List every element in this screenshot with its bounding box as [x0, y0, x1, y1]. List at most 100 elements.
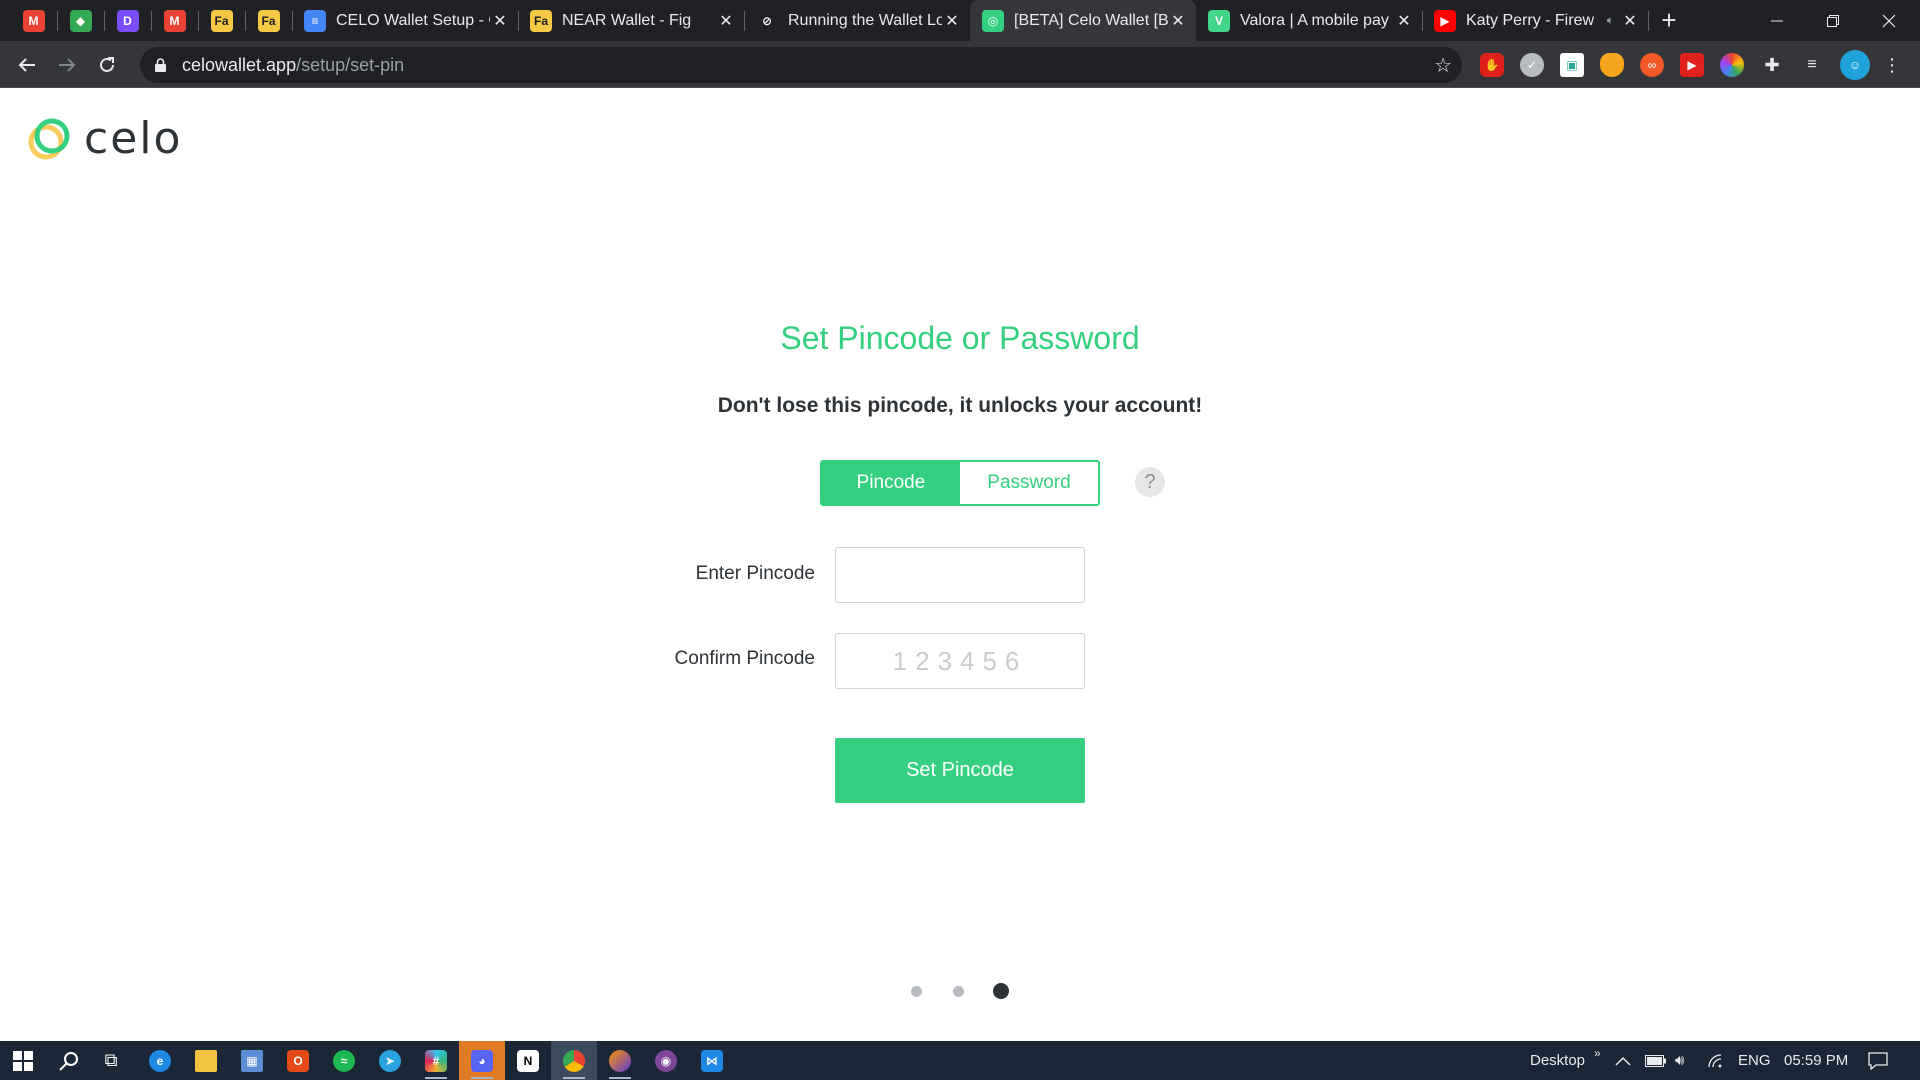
taskbar-spotify[interactable]: ≈ [321, 1041, 367, 1080]
notion-icon: N [517, 1049, 539, 1072]
vscode-icon: ⋈ [701, 1049, 723, 1072]
pinned-tab[interactable]: Fa [245, 0, 292, 41]
notification-center-icon[interactable] [1868, 1041, 1888, 1080]
tab-close-icon[interactable]: ✕ [1394, 11, 1414, 31]
battery-icon[interactable] [1645, 1041, 1667, 1080]
browser-tab[interactable]: ⊘ Running the Wallet Lo ✕ [744, 0, 970, 41]
tab-close-icon[interactable]: ✕ [1168, 11, 1188, 31]
volume-icon[interactable]: 🔊︎ [1675, 1041, 1684, 1080]
gmail-icon: M [163, 9, 186, 32]
tray-chevron-up-icon[interactable] [1615, 1041, 1631, 1080]
d-app-icon: D [116, 9, 139, 32]
extension-check-icon[interactable]: ✓ [1520, 53, 1544, 77]
minimize-button[interactable] [1749, 0, 1805, 41]
start-button[interactable] [0, 1041, 46, 1080]
extension-egg-icon[interactable] [1600, 53, 1624, 77]
restore-button[interactable] [1805, 0, 1861, 41]
taskbar-firefox[interactable] [597, 1041, 643, 1080]
tab-close-icon[interactable]: ✕ [942, 11, 962, 31]
extensions-puzzle-icon[interactable]: ✚ [1760, 53, 1784, 77]
address-bar[interactable]: celowallet.app/setup/set-pin ☆ [140, 47, 1462, 83]
taskbar-file-explorer[interactable] [183, 1041, 229, 1080]
enter-pincode-input[interactable] [835, 547, 1085, 603]
pinned-tab[interactable]: ◆ [57, 0, 104, 41]
task-view-button[interactable]: ⧉ [88, 1041, 134, 1080]
taskbar-office[interactable]: O [275, 1041, 321, 1080]
profile-avatar[interactable]: ☺ [1840, 50, 1870, 80]
folder-icon [195, 1049, 217, 1072]
search-button[interactable] [46, 1041, 92, 1080]
tab-close-icon[interactable]: ✕ [490, 11, 510, 31]
taskbar-store[interactable]: ▦ [229, 1041, 275, 1080]
menu-kebab-icon[interactable]: ⋮ [1880, 53, 1904, 77]
reload-icon [100, 57, 114, 72]
step-indicator [0, 983, 1920, 999]
taskbar-tor[interactable]: ◉ [643, 1041, 689, 1080]
arrow-right-icon [59, 58, 76, 72]
pinned-tab[interactable]: M [151, 0, 198, 41]
tor-browser-icon: ◉ [655, 1049, 677, 1072]
extension-infinity-icon[interactable]: ∞ [1640, 53, 1664, 77]
fa-app-icon: Fa [530, 9, 552, 32]
forward-button[interactable] [50, 48, 84, 82]
tab-close-icon[interactable]: ✕ [1620, 11, 1640, 31]
windows-logo-icon [13, 1050, 33, 1071]
gmail-icon: M [22, 9, 45, 32]
browser-tab[interactable]: V Valora | A mobile pay ✕ [1196, 0, 1422, 41]
page-title: Set Pincode or Password [780, 320, 1140, 356]
browser-toolbar: celowallet.app/setup/set-pin ☆ ✋ ✓ ▣ ∞ ▶… [0, 41, 1920, 88]
discord-icon: ◕ [471, 1049, 493, 1072]
taskbar-discord[interactable]: ◕ [459, 1041, 505, 1080]
pinned-tab[interactable]: M [10, 0, 57, 41]
pinned-tab[interactable]: D [104, 0, 151, 41]
pincode-toggle-button[interactable]: Pincode [822, 462, 960, 504]
close-window-button[interactable] [1861, 0, 1917, 41]
fa-app-icon: Fa [257, 9, 280, 32]
restore-icon [1827, 14, 1839, 27]
extension-screen-icon[interactable]: ▣ [1560, 53, 1584, 77]
browser-tab[interactable]: ◎ [BETA] Celo Wallet [BE ✕ [970, 0, 1196, 41]
link-icon: ⊘ [761, 13, 773, 28]
fa-app-icon: Fa [210, 9, 233, 32]
taskbar-slack[interactable]: # [413, 1041, 459, 1080]
tab-title: Katy Perry - Firew [1466, 11, 1595, 29]
tray-clock[interactable]: 05:59 PM [1784, 1041, 1848, 1080]
back-button[interactable] [10, 48, 44, 82]
extension-video-icon[interactable]: ▶ [1680, 53, 1704, 77]
browser-tab[interactable]: ≡ CELO Wallet Setup - G ✕ [292, 0, 518, 41]
password-toggle-button[interactable]: Password [960, 462, 1098, 504]
bookmark-star-icon[interactable]: ☆ [1434, 53, 1452, 78]
reload-button[interactable] [90, 48, 124, 82]
taskbar-telegram[interactable]: ➤ [367, 1041, 413, 1080]
url-text: celowallet.app/setup/set-pin [182, 55, 404, 76]
new-tab-button[interactable]: + [1654, 0, 1684, 41]
media-control-icon[interactable]: ≡ [1800, 53, 1824, 77]
step-dot-active [993, 983, 1009, 999]
help-icon[interactable]: ? [1135, 467, 1165, 497]
taskbar-edge[interactable]: e [137, 1041, 183, 1080]
tab-audio-icon[interactable]: 🔈︎ [1607, 13, 1614, 28]
taskbar-vscode[interactable]: ⋈ [689, 1041, 735, 1080]
slack-icon: # [425, 1049, 447, 1072]
extension-hand-icon[interactable]: ✋ [1480, 53, 1504, 77]
tab-close-icon[interactable]: ✕ [716, 11, 736, 31]
confirm-pincode-input[interactable] [835, 633, 1085, 689]
telegram-icon: ➤ [379, 1049, 401, 1072]
pinned-tab[interactable]: Fa [198, 0, 245, 41]
taskbar-chrome[interactable] [551, 1041, 597, 1080]
search-icon [59, 1051, 78, 1071]
taskbar-notion[interactable]: N [505, 1041, 551, 1080]
pincode-warning: Don't lose this pincode, it unlocks your… [717, 394, 1203, 417]
extension-color-wheel-icon[interactable] [1720, 53, 1744, 77]
browser-tab[interactable]: ▶ Katy Perry - Firew 🔈︎ ✕ [1422, 0, 1648, 41]
chrome-icon [563, 1049, 585, 1072]
tray-expand-icon[interactable]: » [1594, 1033, 1601, 1072]
logo-text: celo [84, 113, 183, 164]
google-docs-icon: ≡ [304, 9, 326, 32]
browser-tab[interactable]: Fa NEAR Wallet - Fig ✕ [518, 0, 744, 41]
tray-language[interactable]: ENG [1738, 1041, 1771, 1080]
minimize-icon [1771, 20, 1783, 21]
set-pincode-button[interactable]: Set Pincode [835, 738, 1085, 803]
wifi-icon[interactable] [1708, 1041, 1724, 1080]
tray-desktop-label[interactable]: Desktop [1530, 1041, 1585, 1080]
